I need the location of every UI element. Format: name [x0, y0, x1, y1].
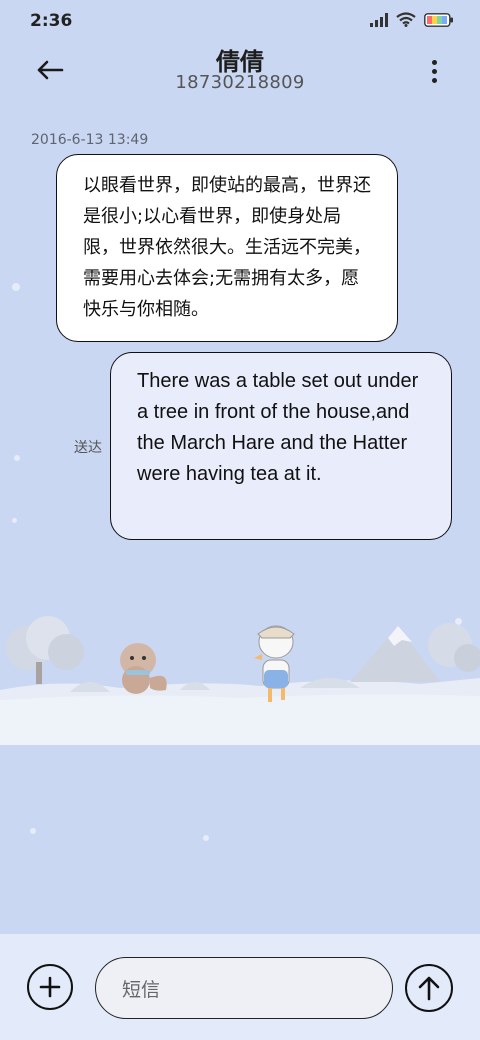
squirrel-character	[120, 643, 167, 694]
message-timestamp: 2016-6-13 13:49	[31, 132, 149, 148]
wifi-icon	[396, 12, 416, 27]
battery-icon	[424, 12, 453, 27]
sms-input[interactable]: 短信	[95, 957, 393, 1019]
wallpaper-scene	[0, 616, 480, 745]
add-icon	[39, 976, 61, 998]
snowy-tree	[6, 616, 84, 684]
incoming-message-bubble[interactable]: 以眼看世界，即使站的最高，世界还是很小;以心看世界，即使身处局限，世界依然很大。…	[56, 154, 398, 342]
status-time: 2:36	[30, 11, 73, 31]
snowy-mountain	[350, 623, 480, 682]
more-options-button[interactable]	[422, 56, 446, 86]
signal-icon	[370, 12, 388, 27]
snowflake	[14, 455, 20, 461]
snowflake	[12, 283, 20, 291]
sms-input-placeholder: 短信	[122, 978, 161, 1001]
status-bar: 2:36	[0, 0, 480, 40]
incoming-message-text: 以眼看世界，即使站的最高，世界还是很小;以心看世界，即使身处局限，世界依然很大。…	[83, 175, 371, 320]
send-arrow-icon	[418, 976, 440, 1001]
status-icons	[370, 12, 454, 27]
conversation-header: 倩倩 18730218809	[0, 40, 480, 104]
add-attachment-button[interactable]	[27, 964, 73, 1010]
more-vertical-icon	[431, 59, 437, 65]
outgoing-message-text: There was a table set out under a tree i…	[137, 370, 419, 485]
send-button[interactable]	[405, 964, 453, 1012]
snowflake	[12, 518, 17, 523]
snowflake	[203, 835, 209, 841]
outgoing-message-bubble[interactable]: There was a table set out under a tree i…	[110, 352, 452, 540]
contact-number: 18730218809	[175, 72, 305, 93]
delivery-status: 送达	[74, 440, 102, 456]
snowflake	[30, 828, 36, 834]
